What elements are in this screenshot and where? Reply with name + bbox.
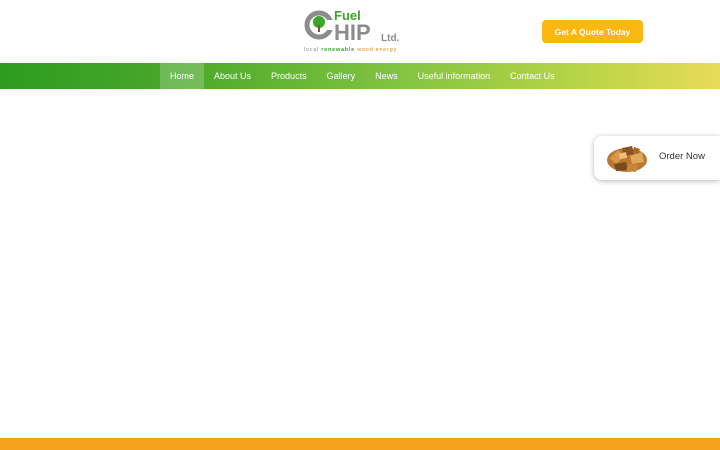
nav-item-useful-information[interactable]: Useful information [408,63,501,89]
logo-graphic: Fuel HIP Ltd. [304,8,400,45]
tagline-wood: wood energy [357,47,397,53]
main-navigation: Home About Us Products Gallery News Usef… [0,63,720,89]
logo-ltd-text: Ltd. [381,33,400,44]
footer-bar [0,438,720,450]
nav-item-gallery[interactable]: Gallery [317,63,366,89]
order-now-label: Order Now [659,151,705,162]
site-header: Fuel HIP Ltd. local renewable wood energ… [0,0,720,63]
fuel-chip-logo[interactable]: Fuel HIP Ltd. local renewable wood energ… [304,6,408,56]
order-now-widget[interactable]: Order Now [594,136,720,180]
nav-item-contact-us[interactable]: Contact Us [500,63,565,89]
logo-tagline: local renewable wood energy [304,47,408,53]
nav-item-news[interactable]: News [365,63,408,89]
nav-list: Home About Us Products Gallery News Usef… [160,63,565,89]
get-quote-button[interactable]: Get A Quote Today [542,20,643,43]
nav-item-home[interactable]: Home [160,63,205,89]
wood-chips-icon [607,146,647,172]
nav-item-products[interactable]: Products [261,63,317,89]
logo-chip-text: HIP [334,20,371,45]
tagline-renewable: renewable [321,47,355,53]
nav-item-about-us[interactable]: About Us [204,63,261,89]
tagline-local: local [304,47,320,53]
